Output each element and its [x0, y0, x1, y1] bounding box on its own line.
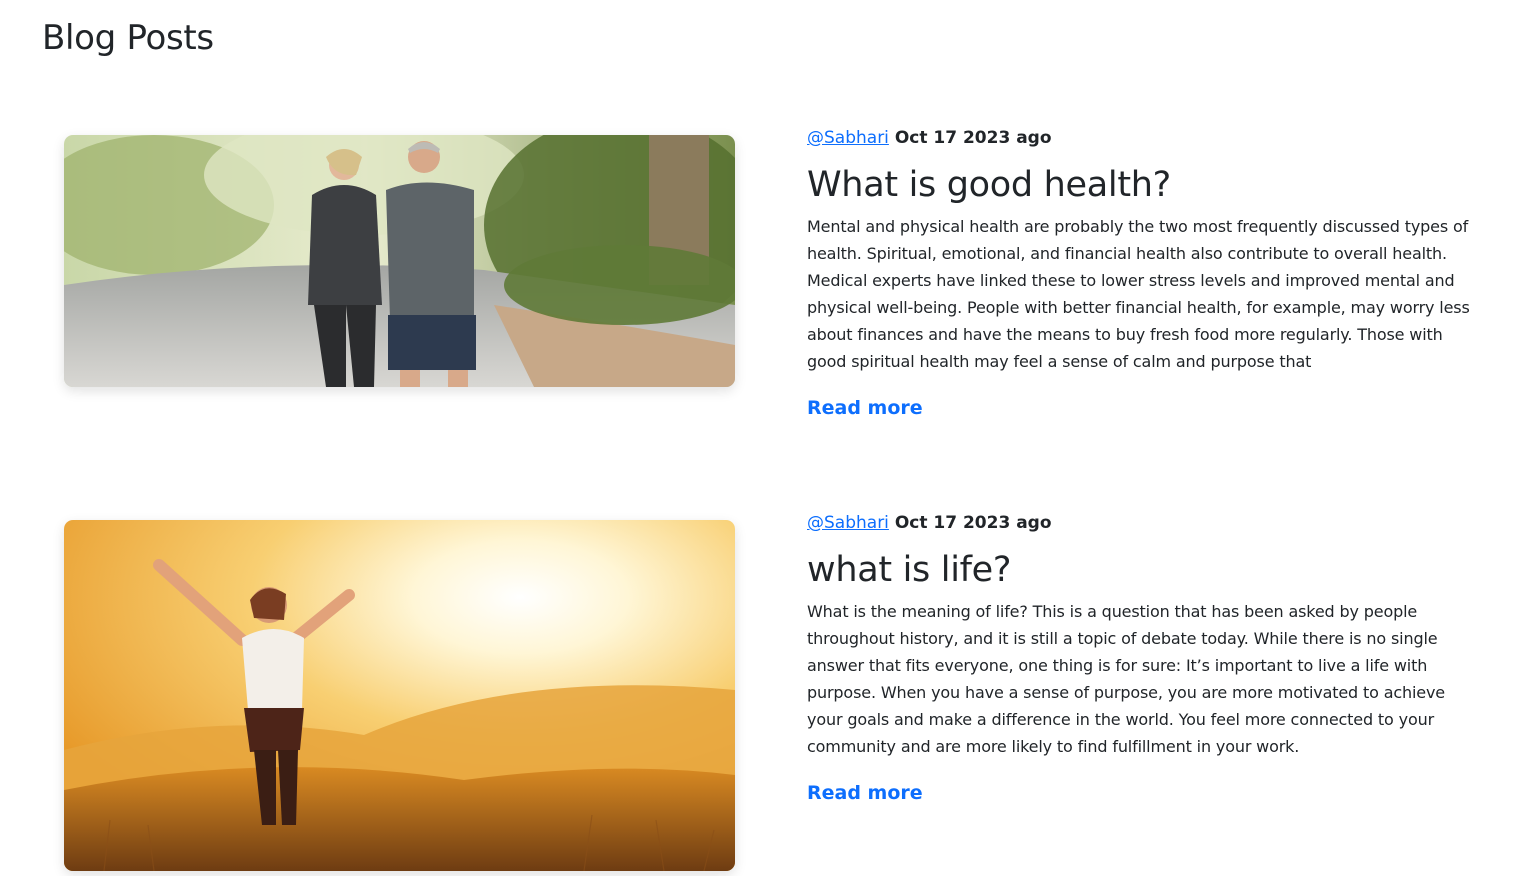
- excerpt-line: about finances and have the means to buy…: [807, 325, 1443, 344]
- post-title: what is life?: [807, 550, 1012, 590]
- excerpt-line: throughout history, and it is still a to…: [807, 629, 1438, 648]
- post-content: @Sabhari Oct 17 2023 ago what is life? W…: [807, 513, 1487, 804]
- author-link[interactable]: @Sabhari: [807, 513, 889, 533]
- read-more-link[interactable]: Read more: [807, 782, 923, 804]
- excerpt-line: health. Spiritual, emotional, and financ…: [807, 244, 1447, 263]
- couple-jogging-image: [64, 135, 735, 387]
- post-date: Oct 17 2023 ago: [894, 128, 1052, 148]
- excerpt-line: purpose. When you have a sense of purpos…: [807, 683, 1445, 702]
- excerpt-line: good spiritual health may feel a sense o…: [807, 352, 1312, 371]
- excerpt-line: your goals and make a difference in the …: [807, 710, 1435, 729]
- post-image: [64, 135, 735, 387]
- post-date: Oct 17 2023 ago: [894, 513, 1052, 533]
- post-content: @Sabhari Oct 17 2023 ago What is good he…: [807, 128, 1487, 419]
- excerpt-line: Mental and physical health are probably …: [807, 217, 1469, 236]
- woman-sunset-field-image: [64, 520, 735, 871]
- excerpt-line: answer that fits everyone, one thing is …: [807, 656, 1428, 675]
- post-meta: @Sabhari Oct 17 2023 ago: [807, 512, 1487, 534]
- post-image: [64, 520, 735, 871]
- post-excerpt: Mental and physical health are probably …: [807, 213, 1487, 375]
- author-link[interactable]: @Sabhari: [807, 128, 889, 148]
- read-more-link[interactable]: Read more: [807, 397, 923, 419]
- post-title: What is good health?: [807, 165, 1171, 205]
- excerpt-line: community and are more likely to find fu…: [807, 737, 1300, 756]
- post-excerpt: What is the meaning of life? This is a q…: [807, 598, 1487, 760]
- excerpt-line: What is the meaning of life? This is a q…: [807, 602, 1418, 621]
- post-meta: @Sabhari Oct 17 2023 ago: [807, 127, 1487, 149]
- page-title: Blog Posts: [42, 18, 214, 58]
- blog-page: Blog Posts @Sabhari Oct 17 2023 ago What…: [0, 0, 1529, 876]
- excerpt-line: physical well-being. People with better …: [807, 298, 1470, 317]
- excerpt-line: Medical experts have linked these to low…: [807, 271, 1455, 290]
